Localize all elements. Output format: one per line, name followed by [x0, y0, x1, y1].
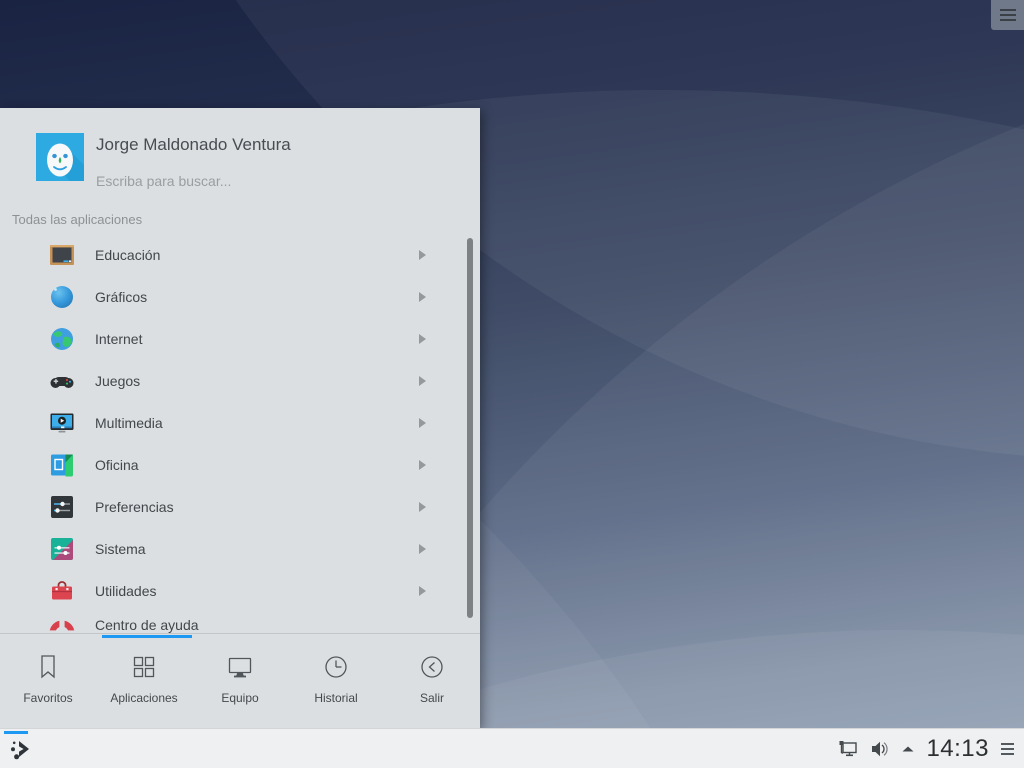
- category-row-preferencias[interactable]: Preferencias: [0, 486, 480, 528]
- internet-globe-icon: [51, 328, 73, 350]
- active-tab-indicator: [102, 635, 192, 638]
- hamburger-icon: [999, 9, 1016, 21]
- launcher-header: Jorge Maldonado Ventura Escriba para bus…: [0, 108, 480, 227]
- category-label: Internet: [95, 331, 143, 347]
- chevron-right-icon: [419, 586, 426, 596]
- network-icon[interactable]: [837, 738, 859, 760]
- system-settings-icon: [51, 538, 73, 560]
- chevron-right-icon: [419, 292, 426, 302]
- launcher-tabbar: Favoritos Aplicaciones Equipo Historial …: [0, 639, 480, 728]
- category-row-oficina[interactable]: Oficina: [0, 444, 480, 486]
- taskbar-panel: 14:13: [0, 728, 1024, 768]
- category-label: Gráficos: [95, 289, 148, 305]
- category-label: Oficina: [95, 457, 139, 473]
- scrollbar[interactable]: [467, 238, 473, 618]
- tab-label: Salir: [419, 691, 444, 705]
- digital-clock[interactable]: 14:13: [926, 735, 989, 763]
- utilities-toolbox-icon: [52, 581, 72, 600]
- desktop-toolbox-button[interactable]: [991, 0, 1024, 30]
- breadcrumb-all-applications: Todas las aplicaciones: [12, 212, 143, 227]
- user-avatar[interactable]: [36, 133, 84, 181]
- leave-icon: [421, 656, 443, 678]
- chevron-right-icon: [419, 334, 426, 344]
- category-label: Juegos: [95, 373, 141, 389]
- expand-tray-arrow-icon[interactable]: [899, 740, 917, 758]
- multimedia-player-icon: [50, 413, 74, 433]
- category-row-sistema[interactable]: Sistema: [0, 528, 480, 570]
- kde-launcher-icon: [11, 741, 29, 760]
- help-center-lifebuoy-icon: [48, 617, 76, 633]
- volume-icon[interactable]: [868, 738, 890, 760]
- tab-favoritos[interactable]: Favoritos: [0, 639, 96, 728]
- chevron-right-icon: [419, 376, 426, 386]
- preferences-sliders-icon: [51, 496, 73, 518]
- category-label: Centro de ayuda: [95, 617, 199, 633]
- games-gamepad-icon: [50, 377, 74, 388]
- user-name: Jorge Maldonado Ventura: [96, 135, 291, 154]
- application-launcher-button[interactable]: [4, 729, 40, 768]
- chevron-right-icon: [419, 250, 426, 260]
- divider: [0, 633, 480, 634]
- tab-salir[interactable]: Salir: [384, 639, 480, 728]
- tab-label: Aplicaciones: [110, 691, 178, 705]
- category-row-internet[interactable]: Internet: [0, 318, 480, 360]
- tab-label: Equipo: [221, 691, 259, 705]
- bookmark-icon: [41, 655, 55, 679]
- category-row-juegos[interactable]: Juegos: [0, 360, 480, 402]
- category-label: Educación: [95, 247, 161, 263]
- chevron-right-icon: [419, 502, 426, 512]
- app-grid-icon: [133, 656, 155, 678]
- computer-icon: [228, 657, 252, 678]
- category-row-educacion[interactable]: Educación: [0, 234, 480, 276]
- chevron-right-icon: [419, 418, 426, 428]
- category-row-centro-de-ayuda[interactable]: Centro de ayuda: [0, 604, 480, 633]
- desktop: Jorge Maldonado Ventura Escriba para bus…: [0, 0, 1024, 768]
- graphics-sphere-icon: [51, 286, 73, 308]
- tab-equipo[interactable]: Equipo: [192, 639, 288, 728]
- chevron-right-icon: [419, 544, 426, 554]
- history-clock-icon: [325, 656, 347, 678]
- chevron-right-icon: [419, 460, 426, 470]
- category-label: Sistema: [95, 541, 146, 557]
- tab-label: Historial: [314, 691, 358, 705]
- category-label: Multimedia: [95, 415, 163, 431]
- application-launcher-popup: Jorge Maldonado Ventura Escriba para bus…: [0, 108, 480, 728]
- category-list: Educación Gráficos Internet Juegos Multi…: [0, 234, 480, 633]
- search-input[interactable]: Escriba para buscar...: [96, 173, 231, 189]
- panel-overflow-menu-icon[interactable]: [998, 743, 1014, 755]
- tab-label: Favoritos: [23, 691, 73, 705]
- category-row-graficos[interactable]: Gráficos: [0, 276, 480, 318]
- category-label: Preferencias: [95, 499, 174, 515]
- tab-aplicaciones[interactable]: Aplicaciones: [96, 639, 192, 728]
- system-tray: 14:13: [837, 729, 1024, 768]
- category-row-multimedia[interactable]: Multimedia: [0, 402, 480, 444]
- education-blackboard-icon: [50, 245, 74, 265]
- tab-historial[interactable]: Historial: [288, 639, 384, 728]
- office-document-icon: [51, 454, 74, 477]
